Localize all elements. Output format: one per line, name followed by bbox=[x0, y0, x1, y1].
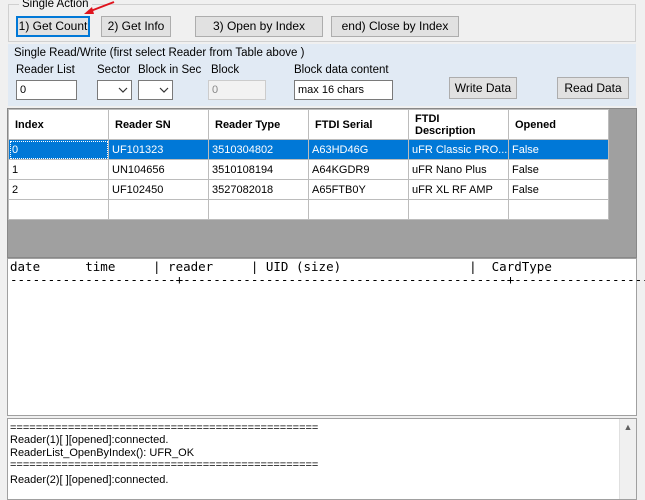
table-row-empty[interactable] bbox=[8, 199, 609, 220]
status-log-textbox[interactable]: ========================================… bbox=[7, 418, 637, 500]
block-label: Block bbox=[211, 64, 240, 76]
table-cell[interactable]: UF102450 bbox=[108, 179, 209, 200]
block-data-label: Block data content bbox=[294, 64, 389, 76]
get-info-button[interactable]: 2) Get Info bbox=[101, 16, 171, 37]
reader-list-label: Reader List bbox=[16, 64, 75, 76]
block-input[interactable]: 0 bbox=[208, 80, 266, 100]
column-header[interactable]: Opened bbox=[508, 109, 609, 140]
chevron-down-icon bbox=[118, 87, 128, 93]
table-cell[interactable]: A65FTB0Y bbox=[308, 179, 409, 200]
table-cell[interactable]: False bbox=[508, 139, 609, 160]
column-header[interactable]: Index bbox=[8, 109, 109, 140]
column-header[interactable]: Reader SN bbox=[108, 109, 209, 140]
single-action-title: Single Action bbox=[19, 0, 92, 11]
readers-table: Index Reader SN Reader Type FTDI Serial … bbox=[8, 109, 609, 220]
write-data-button[interactable]: Write Data bbox=[449, 77, 517, 99]
column-header[interactable]: FTDI Serial bbox=[308, 109, 409, 140]
status-log-line: ========================================… bbox=[10, 459, 319, 471]
sector-label: Sector bbox=[97, 64, 131, 76]
table-cell[interactable]: False bbox=[508, 159, 609, 180]
status-log-line: Reader(2)[ ][opened]:connected. bbox=[10, 474, 169, 486]
table-cell[interactable]: uFR XL RF AMP bbox=[408, 179, 509, 200]
table-cell[interactable]: False bbox=[508, 179, 609, 200]
table-cell[interactable]: uFR Classic PRO... bbox=[408, 139, 509, 160]
table-cell[interactable]: UN104656 bbox=[108, 159, 209, 180]
log-separator: ----------------------+-----------------… bbox=[10, 272, 645, 287]
read-data-button[interactable]: Read Data bbox=[557, 77, 629, 99]
table-row[interactable]: 0 UF101323 3510304802 A63HD46G uFR Class… bbox=[8, 139, 609, 160]
open-by-index-button[interactable]: 3) Open by Index bbox=[195, 16, 323, 37]
read-write-panel: Single Read/Write (first select Reader f… bbox=[8, 44, 636, 106]
table-cell[interactable]: UF101323 bbox=[108, 139, 209, 160]
vertical-scrollbar[interactable]: ▲ bbox=[619, 419, 636, 499]
close-by-index-button[interactable]: end) Close by Index bbox=[331, 16, 459, 37]
read-write-title: Single Read/Write (first select Reader f… bbox=[14, 47, 305, 59]
readers-grid: Index Reader SN Reader Type FTDI Serial … bbox=[7, 108, 637, 258]
get-count-button[interactable]: 1) Get Count bbox=[16, 16, 90, 37]
table-cell[interactable]: 0 bbox=[8, 139, 109, 160]
table-cell[interactable]: 2 bbox=[8, 179, 109, 200]
block-in-sec-select[interactable] bbox=[138, 80, 173, 100]
table-cell[interactable]: 3510304802 bbox=[208, 139, 309, 160]
table-cell[interactable]: 1 bbox=[8, 159, 109, 180]
column-header[interactable]: Reader Type bbox=[208, 109, 309, 140]
table-row[interactable]: 2 UF102450 3527082018 A65FTB0Y uFR XL RF… bbox=[8, 179, 609, 200]
table-row[interactable]: 1 UN104656 3510108194 A64KGDR9 uFR Nano … bbox=[8, 159, 609, 180]
table-cell[interactable] bbox=[408, 199, 509, 220]
table-cell[interactable] bbox=[8, 199, 109, 220]
red-arrow-annotation bbox=[84, 1, 115, 14]
table-cell[interactable] bbox=[208, 199, 309, 220]
chevron-down-icon bbox=[159, 87, 169, 93]
sector-select[interactable] bbox=[97, 80, 132, 100]
block-data-input[interactable]: max 16 chars bbox=[294, 80, 393, 100]
scroll-up-icon[interactable]: ▲ bbox=[620, 419, 636, 435]
table-cell[interactable] bbox=[308, 199, 409, 220]
reader-list-input[interactable]: 0 bbox=[16, 80, 77, 100]
table-cell[interactable]: 3510108194 bbox=[208, 159, 309, 180]
table-cell[interactable] bbox=[508, 199, 609, 220]
status-log-line: Reader(1)[ ][opened]:connected. bbox=[10, 434, 169, 446]
table-cell[interactable] bbox=[108, 199, 209, 220]
column-header[interactable]: FTDI Description bbox=[408, 109, 509, 140]
block-in-sec-label: Block in Sec bbox=[138, 64, 202, 76]
table-cell[interactable]: uFR Nano Plus bbox=[408, 159, 509, 180]
table-cell[interactable]: A63HD46G bbox=[308, 139, 409, 160]
card-log-textbox[interactable]: date time | reader | UID (size) | CardTy… bbox=[7, 258, 645, 416]
table-cell[interactable]: 3527082018 bbox=[208, 179, 309, 200]
table-cell[interactable]: A64KGDR9 bbox=[308, 159, 409, 180]
